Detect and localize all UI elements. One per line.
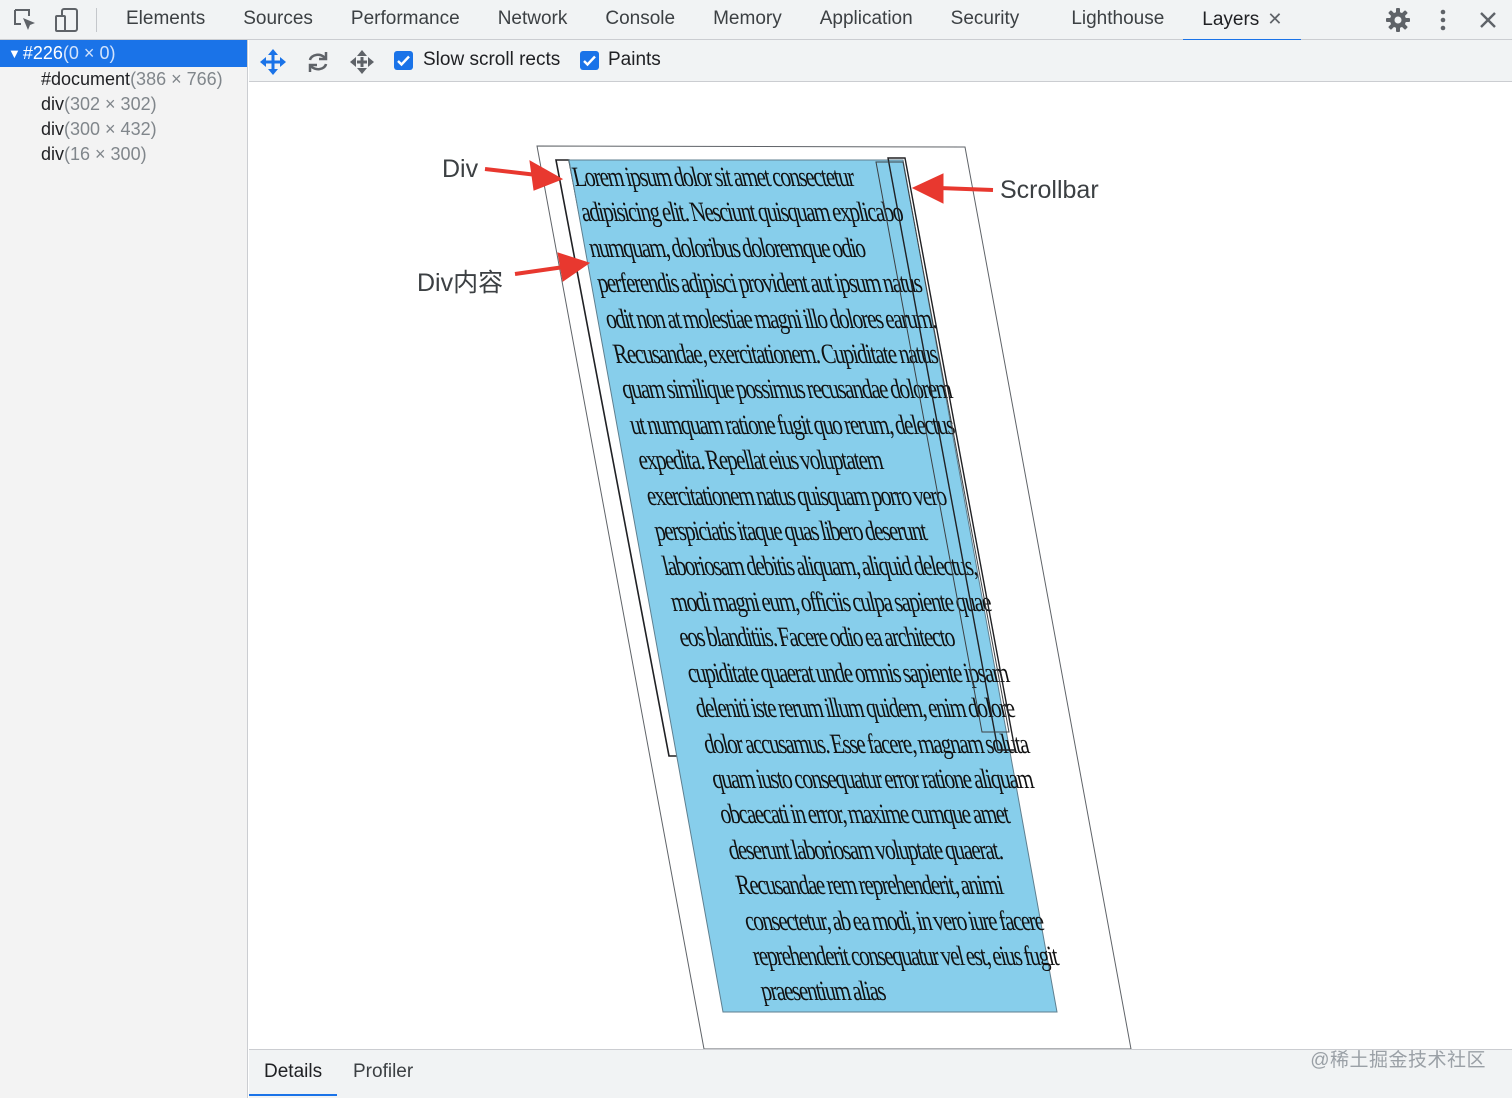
close-tab-icon[interactable]: ✕ <box>1267 9 1282 29</box>
tree-row[interactable]: div(16 × 300) <box>0 142 247 167</box>
watermark: @稀土掘金技术社区 <box>1310 1050 1486 1071</box>
more-vertical-icon[interactable] <box>1429 6 1457 34</box>
tab-security[interactable]: Security <box>932 0 1039 40</box>
layer-name: #226 <box>22 43 63 63</box>
tab-label: Network <box>497 8 568 29</box>
expand-triangle-icon[interactable]: ▼ <box>8 40 21 67</box>
rotate-mode-icon[interactable] <box>304 48 332 76</box>
layer-name: #document <box>41 69 131 89</box>
arrow-scrollbar-icon <box>911 173 994 204</box>
close-devtools-icon[interactable] <box>1474 6 1502 34</box>
tab-memory[interactable]: Memory <box>694 0 801 40</box>
tab-network[interactable]: Network <box>479 0 587 40</box>
tab-performance[interactable]: Performance <box>332 0 479 40</box>
layers-toolbar: Slow scroll rects Paints <box>249 40 1512 82</box>
toolbar-divider <box>96 8 97 32</box>
inspect-element-icon[interactable] <box>11 6 39 34</box>
tab-layers[interactable]: Layers ✕ <box>1183 0 1302 41</box>
tab-label: Security <box>950 8 1020 29</box>
tab-application[interactable]: Application <box>801 0 932 40</box>
layer-size: (16 × 300) <box>64 144 147 164</box>
layer-size: (302 × 302) <box>64 94 157 114</box>
layer-tree: ▼ #226(0 × 0) #document(386 × 766) div(30… <box>0 40 248 1098</box>
inner-div-outline <box>875 161 1010 733</box>
slow-scroll-rects-label[interactable]: Slow scroll rects <box>423 49 560 71</box>
layer-name: div <box>41 144 65 164</box>
layer-size: (300 × 432) <box>64 119 157 139</box>
tree-row[interactable]: #document(386 × 766) <box>0 67 247 92</box>
paints-checkbox[interactable] <box>580 51 599 70</box>
tab-label: Profiler <box>353 1061 414 1082</box>
panel-tabs: Elements Sources Performance Network Con… <box>107 0 1302 41</box>
tab-label: Details <box>264 1061 323 1082</box>
pan-mode-icon[interactable] <box>259 48 287 76</box>
tab-sources[interactable]: Sources <box>224 0 332 40</box>
tab-elements[interactable]: Elements <box>107 0 224 40</box>
details-tab-bar: Details Profiler @稀土掘金技术社区 <box>249 1049 1512 1098</box>
annotation-overlay <box>484 157 1016 751</box>
device-toggle-icon[interactable] <box>53 6 81 34</box>
tab-details[interactable]: Details <box>249 1050 338 1096</box>
layer-size: (0 × 0) <box>62 43 116 63</box>
layer-size: (386 × 766) <box>130 69 223 89</box>
tab-label: Elements <box>126 8 206 29</box>
paints-label[interactable]: Paints <box>608 49 661 71</box>
tab-label: Application <box>819 8 913 29</box>
tab-label: Lighthouse <box>1071 8 1165 29</box>
tab-label: Performance <box>350 8 460 29</box>
tab-label: Layers <box>1202 9 1260 30</box>
layer-name: div <box>41 119 65 139</box>
layers-3d-viewport[interactable]: Lorem ipsum dolor sit amet consectetur a… <box>249 82 1512 1049</box>
tree-row-root[interactable]: ▼ #226(0 × 0) <box>0 40 247 67</box>
tree-row[interactable]: div(300 × 432) <box>0 117 247 142</box>
tab-lighthouse[interactable]: Lighthouse <box>1052 0 1183 40</box>
tab-label: Sources <box>243 8 313 29</box>
tab-label: Memory <box>713 8 782 29</box>
settings-gear-icon[interactable] <box>1384 6 1412 34</box>
devtools-tab-bar: Elements Sources Performance Network Con… <box>0 0 1512 41</box>
layer-name: div <box>41 94 65 114</box>
tab-label: Console <box>605 8 676 29</box>
tab-profiler[interactable]: Profiler <box>338 1050 428 1096</box>
arrow-div-content-icon <box>514 252 591 282</box>
reset-transform-icon[interactable] <box>348 48 376 76</box>
annotation-div: Div <box>442 155 479 183</box>
arrow-div-icon <box>484 160 564 191</box>
slow-scroll-rects-checkbox[interactable] <box>394 51 413 70</box>
annotation-div-content: Div内容 <box>417 269 504 297</box>
annotation-scrollbar: Scrollbar <box>1000 176 1099 204</box>
tree-row[interactable]: div(302 × 302) <box>0 92 247 117</box>
tab-console[interactable]: Console <box>586 0 694 40</box>
